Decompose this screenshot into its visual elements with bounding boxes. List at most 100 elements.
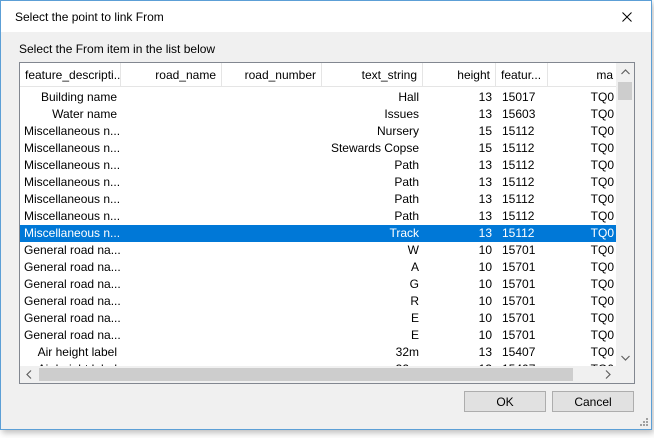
table-row[interactable]: Air height label 32m 13 15407 TQ0	[20, 344, 616, 361]
cell-map: TQ0	[590, 277, 614, 291]
cell-text-string: G	[409, 277, 419, 291]
cell-road-name	[121, 106, 222, 123]
cell-height: 10	[478, 277, 492, 291]
cell-feature-code: 15701	[502, 260, 536, 274]
cell-road-number	[222, 293, 322, 310]
cell-road-number	[222, 225, 322, 242]
cell-feature-description: Building name	[40, 90, 117, 104]
scroll-left-button[interactable]	[20, 366, 37, 383]
column-header-height[interactable]: height	[423, 63, 496, 87]
table-row[interactable]: General road na... R 10 15701 TQ0	[20, 293, 616, 310]
cancel-button[interactable]: Cancel	[552, 391, 634, 412]
column-header-feature-description[interactable]: feature_descripti...	[20, 63, 121, 87]
cell-feature-code: 15017	[502, 90, 536, 104]
ok-button[interactable]: OK	[464, 391, 546, 412]
cell-feature-code: 15112	[502, 226, 535, 240]
cell-height: 13	[478, 226, 492, 240]
table-row[interactable]: Miscellaneous n... Track 13 15112 TQ0	[20, 225, 616, 242]
column-header-road-number[interactable]: road_number	[222, 63, 322, 87]
table-row[interactable]: Building name Hall 13 15017 TQ0	[20, 89, 616, 106]
cell-height: 13	[478, 158, 492, 172]
cell-feature-code: 15701	[502, 243, 536, 257]
table-row[interactable]: General road na... E 10 15701 TQ0	[20, 310, 616, 327]
cell-height: 10	[478, 260, 492, 274]
cell-road-name	[121, 157, 222, 174]
vertical-scroll-thumb[interactable]	[618, 82, 632, 100]
cell-feature-description: General road na...	[24, 311, 121, 325]
cell-road-number	[222, 208, 322, 225]
table-row[interactable]: General road na... A 10 15701 TQ0	[20, 259, 616, 276]
horizontal-scrollbar[interactable]	[20, 366, 616, 383]
cell-map: TQ0	[590, 192, 614, 206]
cell-feature-description: Miscellaneous n...	[24, 175, 121, 189]
from-item-list[interactable]: feature_descripti... road_name road_numb…	[19, 62, 635, 384]
cell-road-name	[121, 225, 222, 242]
cell-feature-description: General road na...	[24, 328, 121, 342]
resize-grip-icon[interactable]	[637, 415, 649, 427]
cell-text-string: A	[410, 260, 419, 274]
title-bar: Select the point to link From	[1, 1, 651, 32]
cell-height: 10	[478, 294, 492, 308]
table-row[interactable]: Miscellaneous n... Path 13 15112 TQ0	[20, 191, 616, 208]
table-row[interactable]: Miscellaneous n... Path 13 15112 TQ0	[20, 208, 616, 225]
cell-road-number	[222, 276, 322, 293]
cell-text-string: Path	[394, 209, 419, 223]
cell-road-name	[121, 310, 222, 327]
cell-feature-code: 15112	[502, 192, 535, 206]
cell-road-number	[222, 310, 322, 327]
cell-road-number	[222, 242, 322, 259]
scroll-up-button[interactable]	[616, 63, 634, 80]
cell-height: 13	[478, 175, 492, 189]
column-header-text-string[interactable]: text_string	[322, 63, 423, 87]
column-header-road-name[interactable]: road_name	[121, 63, 222, 87]
vertical-scrollbar[interactable]	[616, 63, 634, 366]
table-row[interactable]: Miscellaneous n... Stewards Copse 15 15112 T…	[20, 140, 616, 157]
column-header-map[interactable]: ma	[548, 63, 618, 87]
chevron-up-icon	[620, 68, 630, 74]
cell-text-string: Issues	[384, 107, 419, 121]
table-row[interactable]: Miscellaneous n... Path 13 15112 TQ0	[20, 174, 616, 191]
cell-feature-description: Miscellaneous n...	[24, 124, 121, 138]
cell-road-name	[121, 259, 222, 276]
chevron-left-icon	[25, 370, 31, 379]
table-row[interactable]: Water name Issues 13 15603 TQ0	[20, 106, 616, 123]
cell-text-string: R	[410, 294, 419, 308]
cell-text-string: Track	[389, 226, 419, 240]
cell-height: 13	[478, 209, 492, 223]
horizontal-scroll-thumb[interactable]	[39, 368, 573, 381]
scrollbar-corner	[616, 366, 634, 383]
table-row[interactable]: Miscellaneous n... Path 13 15112 TQ0	[20, 157, 616, 174]
cell-feature-description: General road na...	[24, 243, 121, 257]
cell-height: 10	[478, 328, 492, 342]
cell-text-string: Path	[394, 175, 419, 189]
table-row[interactable]: General road na... G 10 15701 TQ0	[20, 276, 616, 293]
cell-height: 15	[478, 141, 492, 155]
cell-road-name	[121, 174, 222, 191]
cell-road-number	[222, 174, 322, 191]
cell-map: TQ0	[590, 294, 614, 308]
cell-feature-code: 15112	[502, 175, 535, 189]
cell-road-number	[222, 140, 322, 157]
cell-height: 15	[478, 124, 492, 138]
column-header-feature-code[interactable]: featur...	[496, 63, 548, 87]
scroll-right-button[interactable]	[599, 366, 616, 383]
cell-feature-description: Miscellaneous n...	[24, 192, 121, 206]
cell-road-name	[121, 293, 222, 310]
table-row[interactable]: General road na... E 10 15701 TQ0	[20, 327, 616, 344]
cell-map: TQ0	[590, 141, 614, 155]
cell-road-number	[222, 259, 322, 276]
table-row[interactable]: Miscellaneous n... Nursery 15 15112 TQ0	[20, 123, 616, 140]
cell-map: TQ0	[590, 209, 614, 223]
cell-text-string: Hall	[398, 90, 419, 104]
cell-height: 10	[478, 243, 492, 257]
cell-road-name	[121, 344, 222, 361]
close-icon	[622, 12, 632, 22]
cell-height: 10	[478, 311, 492, 325]
table-row[interactable]: General road na... W 10 15701 TQ0	[20, 242, 616, 259]
cell-road-number	[222, 327, 322, 344]
close-button[interactable]	[611, 7, 643, 27]
cell-road-name	[121, 191, 222, 208]
list-rows: Building name Hall 13 15017 TQ0 Water name Iss…	[20, 89, 616, 370]
cell-road-name	[121, 208, 222, 225]
scroll-down-button[interactable]	[616, 349, 634, 366]
